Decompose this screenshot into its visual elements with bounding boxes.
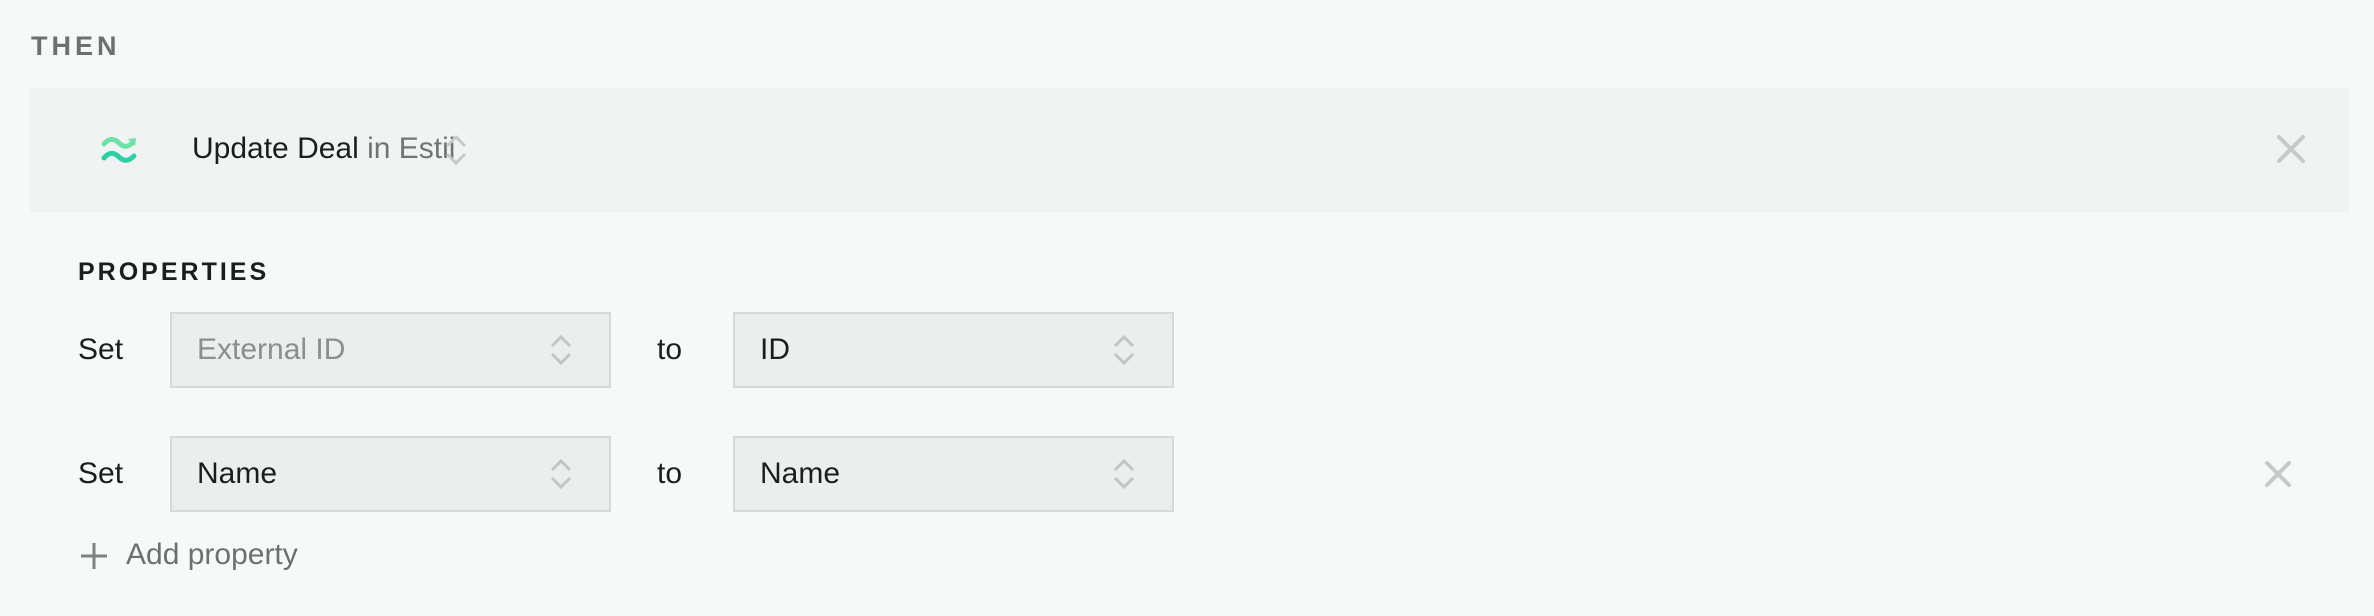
- chevron-up-down-icon: [549, 332, 573, 368]
- estii-wave-icon: [100, 134, 140, 166]
- set-label: Set: [78, 333, 124, 366]
- action-selector[interactable]: Update Deal in Estii: [192, 130, 455, 168]
- chevron-up-down-icon: [1112, 332, 1136, 368]
- remove-action-close-icon[interactable]: [2274, 132, 2308, 166]
- plus-icon: [80, 542, 108, 570]
- chevron-up-down-icon: [1112, 456, 1136, 492]
- properties-heading: PROPERTIES: [78, 258, 270, 286]
- property-row: Set Name to Name: [0, 436, 2374, 512]
- chevron-up-down-icon: [549, 456, 573, 492]
- to-label: to: [657, 457, 683, 490]
- select-value: Name: [760, 457, 841, 490]
- property-value-select[interactable]: ID: [733, 312, 1174, 388]
- then-section-label: THEN: [31, 31, 121, 61]
- property-value-select[interactable]: Name: [733, 436, 1174, 512]
- property-row: Set External ID to ID: [0, 312, 2374, 388]
- select-value: External ID: [197, 333, 346, 366]
- action-verb: Update Deal: [192, 132, 359, 165]
- property-field-select[interactable]: Name: [170, 436, 611, 512]
- select-value: Name: [197, 457, 278, 490]
- action-app: in Estii: [358, 132, 456, 165]
- property-field-select[interactable]: External ID: [170, 312, 611, 388]
- to-label: to: [657, 333, 683, 366]
- add-property-label: Add property: [126, 538, 298, 571]
- select-value: ID: [760, 333, 790, 366]
- chevron-up-down-icon[interactable]: [444, 132, 468, 168]
- set-label: Set: [78, 457, 124, 490]
- remove-property-close-icon[interactable]: [2262, 458, 2294, 490]
- action-panel: Update Deal in Estii: [30, 88, 2350, 212]
